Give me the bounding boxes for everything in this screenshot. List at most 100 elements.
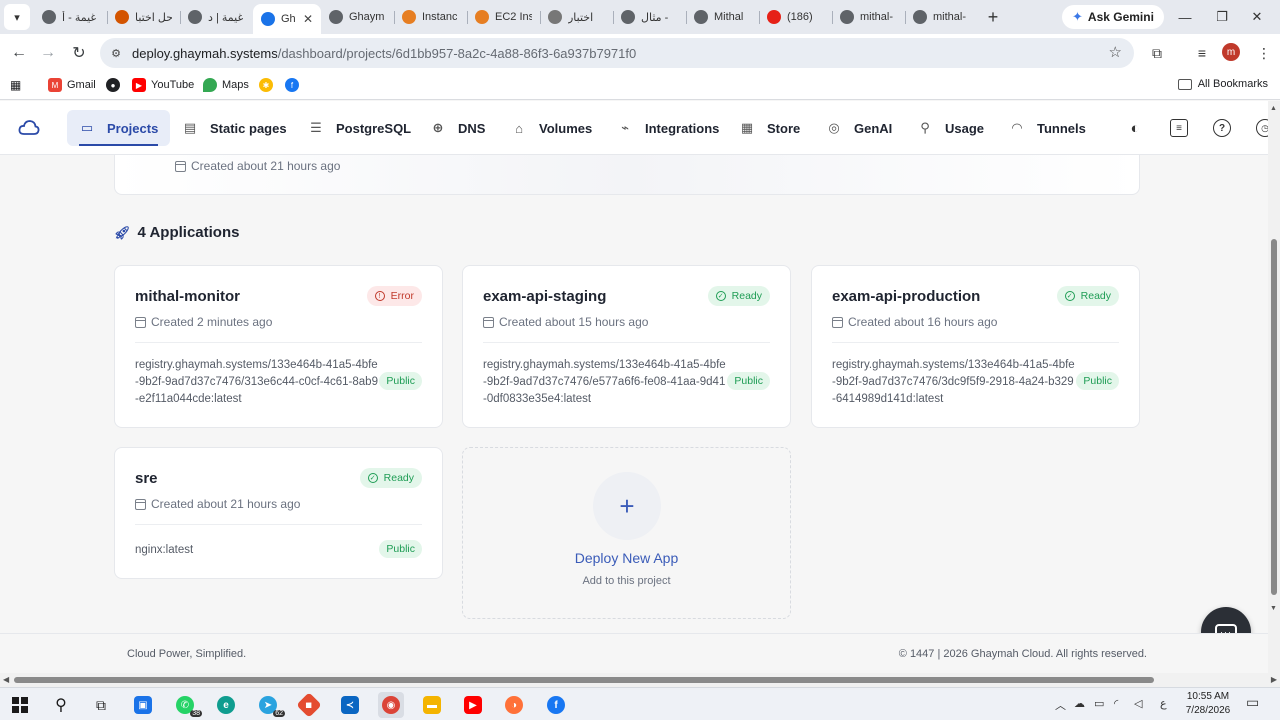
bookmark-youtube[interactable]: ▶ YouTube <box>132 78 194 92</box>
bookmark-gmail[interactable]: M Gmail <box>48 78 96 92</box>
tab-list: غيمة - أ حل اختبا غيمة | د Gh ✕ Ghaym Instanc E… <box>34 0 1006 34</box>
onedrive-icon[interactable]: ☁ <box>1074 697 1085 710</box>
git-app-icon[interactable]: ◆ <box>296 692 322 718</box>
scroll-down-arrow-icon[interactable]: ▼ <box>1270 605 1277 612</box>
extensions-icon[interactable]: ⧉ <box>1147 43 1167 63</box>
tab-search-chevron-icon[interactable]: ▾ <box>4 4 30 30</box>
horizontal-scroll-thumb[interactable] <box>14 677 1154 683</box>
url-text[interactable]: deploy.ghaymah.systems/dashboard/project… <box>132 46 636 61</box>
nav-usage[interactable]: ⚲ Usage <box>905 110 996 146</box>
nav-dns[interactable]: ⊕ DNS <box>418 110 497 146</box>
app-name[interactable]: mithal-monitor <box>135 288 240 305</box>
firefox-app-icon[interactable]: ◑ <box>501 692 527 718</box>
profile-avatar[interactable]: m <box>1222 43 1240 61</box>
chrome-app-icon[interactable]: ◉ <box>378 692 404 718</box>
deploy-new-app-card[interactable]: + Deploy New App Add to this project <box>462 447 791 619</box>
scroll-left-arrow-icon[interactable]: ◀ <box>3 675 9 684</box>
all-bookmarks-button[interactable]: All Bookmarks <box>1177 78 1268 90</box>
browser-tab[interactable]: غيمة | د <box>180 4 253 30</box>
nav-integrations[interactable]: ⌁ Integrations <box>605 110 731 146</box>
forward-arrow-icon[interactable]: → <box>36 41 60 65</box>
search-icon[interactable]: ⚲ <box>48 692 74 718</box>
new-tab-button[interactable]: + <box>980 4 1006 30</box>
whatsapp-app-icon[interactable]: ✆ 38 <box>172 692 202 718</box>
browser-tab[interactable]: EC2 Ins <box>467 4 540 30</box>
docs-icon[interactable]: ≡ <box>1170 119 1188 137</box>
task-view-icon[interactable]: ⧉ <box>88 692 114 718</box>
nav-store[interactable]: ▦ Store <box>727 110 812 146</box>
media-controls-icon[interactable]: ≡ <box>1192 43 1212 63</box>
nav-projects[interactable]: ▭ Projects <box>67 110 171 146</box>
browser-tab[interactable]: مثال - <box>613 4 686 30</box>
vertical-scrollbar[interactable]: ▲ ▼ <box>1268 101 1280 673</box>
app-card-exam-api-staging[interactable]: exam-api-staging ✓ Ready Created about 1… <box>462 265 791 428</box>
tab-title: غيمة - أ <box>62 11 97 24</box>
youtube-app-icon[interactable]: ▶ <box>460 692 486 718</box>
browser-tab[interactable]: mithal- <box>905 4 978 30</box>
app-created-text: Created about 21 hours ago <box>151 497 301 511</box>
bookmark-photos[interactable]: ✱ <box>259 78 278 92</box>
help-icon[interactable]: ? <box>1213 119 1231 137</box>
nav-genai[interactable]: ◎ GenAI <box>814 110 904 146</box>
horizontal-scrollbar[interactable]: ◀ ▶ <box>0 673 1280 687</box>
bookmark-facebook[interactable]: f <box>285 78 304 92</box>
apps-grid-icon[interactable]: ▦ <box>10 78 21 92</box>
scroll-up-arrow-icon[interactable]: ▲ <box>1270 105 1277 112</box>
close-tab-icon[interactable]: ✕ <box>303 12 313 26</box>
vertical-scroll-thumb[interactable] <box>1271 239 1277 595</box>
app-created: Created 2 minutes ago <box>135 315 272 329</box>
notifications-icon[interactable]: ▭ <box>1246 694 1259 711</box>
ask-gemini-button[interactable]: ✦ Ask Gemini <box>1062 5 1164 29</box>
nav-postgresql[interactable]: ☰ PostgreSQL <box>296 110 423 146</box>
app-top-nav: ▭ Projects ▤ Static pages ☰ PostgreSQL ⊕… <box>0 101 1274 155</box>
nav-label: Projects <box>107 120 159 136</box>
edge-app-icon[interactable]: e <box>213 692 239 718</box>
app-name[interactable]: exam-api-production <box>832 288 980 305</box>
app-name[interactable]: sre <box>135 470 158 487</box>
ghaymah-cloud-logo[interactable] <box>18 118 40 138</box>
telegram-app-icon[interactable]: ➤ 62 <box>255 692 285 718</box>
deploy-plus-button[interactable]: + <box>593 472 661 540</box>
app-name[interactable]: exam-api-staging <box>483 288 606 305</box>
tray-chevron-icon[interactable]: ︿ <box>1055 697 1066 713</box>
deploy-title[interactable]: Deploy New App <box>463 550 790 566</box>
site-info-icon[interactable]: ⚙ <box>106 43 126 63</box>
tab-favicon-icon <box>475 10 489 24</box>
taskbar-clock[interactable]: 10:55 AM 7/28/2026 <box>1178 690 1238 718</box>
nav-tunnels[interactable]: ◠ Tunnels <box>997 110 1098 146</box>
battery-icon[interactable]: ▭ <box>1094 697 1104 710</box>
app-card-mithal-monitor[interactable]: mithal-monitor ! Error Created 2 minutes… <box>114 265 443 428</box>
chrome-menu-icon[interactable]: ⋮ <box>1254 43 1274 63</box>
browser-tab[interactable]: Ghaym <box>321 4 394 30</box>
app-card-exam-api-production[interactable]: exam-api-production ✓ Ready Created abou… <box>811 265 1140 428</box>
browser-tab[interactable]: حل اختبا <box>107 4 180 30</box>
bookmark-star-icon[interactable]: ☆ <box>1109 43 1122 61</box>
close-window-button[interactable]: ✕ <box>1234 0 1280 34</box>
wifi-icon[interactable]: ◜ <box>1114 697 1118 710</box>
vscode-app-icon[interactable]: ≺ <box>337 692 363 718</box>
browser-tab[interactable]: (186) <box>759 4 832 30</box>
palette-icon[interactable]: ◐ <box>1126 119 1144 137</box>
browser-tab[interactable]: اختبار <box>540 4 613 30</box>
input-language[interactable]: ع <box>1160 697 1167 710</box>
browser-tab-active[interactable]: Gh ✕ <box>253 4 321 34</box>
browser-tab[interactable]: mithal- <box>832 4 905 30</box>
reload-icon[interactable]: ↻ <box>67 41 91 65</box>
back-arrow-icon[interactable]: ← <box>7 41 31 65</box>
browser-tab[interactable]: غيمة - أ <box>34 4 107 30</box>
volume-icon[interactable]: ◁ <box>1134 697 1142 710</box>
nav-static-pages[interactable]: ▤ Static pages <box>170 110 299 146</box>
browser-tab[interactable]: Instanc <box>394 4 467 30</box>
file-explorer-app-icon[interactable]: ▬ <box>419 692 445 718</box>
address-bar[interactable]: ⚙ deploy.ghaymah.systems/dashboard/proje… <box>100 38 1134 68</box>
store-app-icon[interactable]: ▣ <box>130 692 156 718</box>
scroll-right-arrow-icon[interactable]: ▶ <box>1271 675 1277 684</box>
bookmark-maps[interactable]: Maps <box>203 78 249 92</box>
bookmark-github[interactable]: ● <box>106 78 125 92</box>
nav-volumes[interactable]: ⌂ Volumes <box>499 110 604 146</box>
status-badge: ✓ Ready <box>707 286 770 306</box>
windows-start-icon[interactable] <box>7 692 33 718</box>
app-card-sre[interactable]: sre ✓ Ready Created about 21 hours ago n… <box>114 447 443 579</box>
browser-tab[interactable]: Mithal <box>686 4 759 30</box>
facebook-app-icon[interactable]: f <box>543 692 569 718</box>
